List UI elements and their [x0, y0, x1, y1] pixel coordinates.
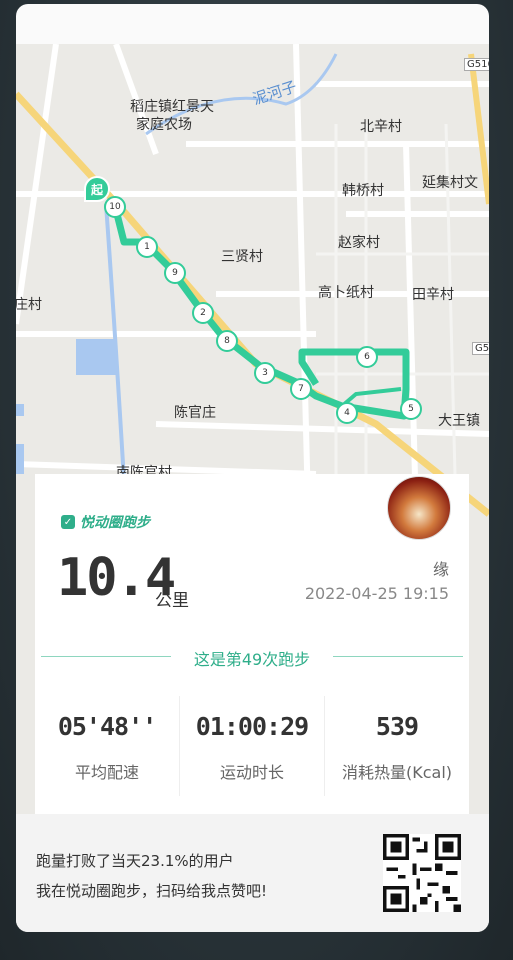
stat-calories: 539 消耗热量(Kcal) — [324, 696, 469, 796]
map-label: 家庭农场 — [136, 117, 192, 133]
qr-code[interactable] — [383, 834, 461, 912]
km-marker: 10 — [104, 196, 126, 218]
km-marker: 3 — [254, 362, 276, 384]
map-label: 庄村 — [16, 297, 42, 313]
distance-unit: 公里 — [155, 591, 189, 611]
stat-label: 运动时长 — [219, 763, 284, 782]
km-marker: 6 — [356, 346, 378, 368]
stat-label: 平均配速 — [74, 763, 139, 782]
run-summary-card: ✓ 悦动圈跑步 10.4 公里 缘 2022-04-25 19:15 这是第49… — [35, 474, 469, 814]
km-marker: 5 — [400, 398, 422, 420]
run-datetime: 2022-04-25 19:15 — [304, 584, 449, 603]
km-marker: 4 — [336, 402, 358, 424]
map-label: 赵家村 — [338, 235, 380, 251]
map-label: 高卜纸村 — [318, 285, 374, 301]
road-sign: G516 — [464, 58, 489, 71]
km-marker: 9 — [164, 262, 186, 284]
map-label: 延集村文 — [422, 175, 478, 191]
start-marker: 起 — [84, 176, 110, 202]
km-marker: 1 — [136, 236, 158, 258]
rank-text: 跑量打败了当天23.1%的用户 — [36, 852, 234, 870]
user-avatar[interactable] — [387, 476, 451, 540]
invite-text: 我在悦动圈跑步，扫码给我点赞吧! — [36, 882, 268, 900]
share-card: 稻庄镇红景天 家庭农场 泥河子 北辛村 延集村文 韩桥村 三贤村 赵家村 高卜纸… — [16, 4, 489, 932]
km-marker: 8 — [216, 330, 238, 352]
brand-icon: ✓ — [61, 515, 75, 529]
map-label: 大王镇 — [438, 413, 480, 429]
stat-value: 539 — [375, 712, 419, 741]
map-label: 北辛村 — [360, 119, 402, 135]
user-nickname: 缘 — [432, 560, 449, 579]
km-marker: 2 — [192, 302, 214, 324]
run-count-text: 这是第49次跑步 — [193, 650, 311, 669]
stat-value: 05'48'' — [57, 712, 157, 741]
stat-pace: 05'48'' 平均配速 — [35, 696, 179, 796]
stat-label: 消耗热量(Kcal) — [341, 763, 453, 782]
stat-value: 01:00:29 — [195, 712, 309, 741]
share-footer: 跑量打败了当天23.1%的用户 我在悦动圈跑步，扫码给我点赞吧! — [16, 814, 489, 932]
map-label: 三贤村 — [221, 249, 263, 265]
map-label: 稻庄镇红景天 — [130, 99, 214, 115]
map-label: 田辛村 — [412, 287, 454, 303]
start-marker-label: 起 — [90, 182, 103, 197]
road-sign: G5 — [472, 342, 489, 355]
stats-row: 05'48'' 平均配速 01:00:29 运动时长 539 消耗热量(Kcal… — [35, 696, 469, 796]
brand-logo: ✓ 悦动圈跑步 — [61, 512, 150, 532]
map-label: 陈官庄 — [174, 405, 216, 421]
stat-duration: 01:00:29 运动时长 — [179, 696, 324, 796]
qr-code-image — [383, 834, 461, 912]
km-marker: 7 — [290, 378, 312, 400]
map-label: 韩桥村 — [342, 183, 384, 199]
brand-name: 悦动圈跑步 — [80, 515, 150, 531]
